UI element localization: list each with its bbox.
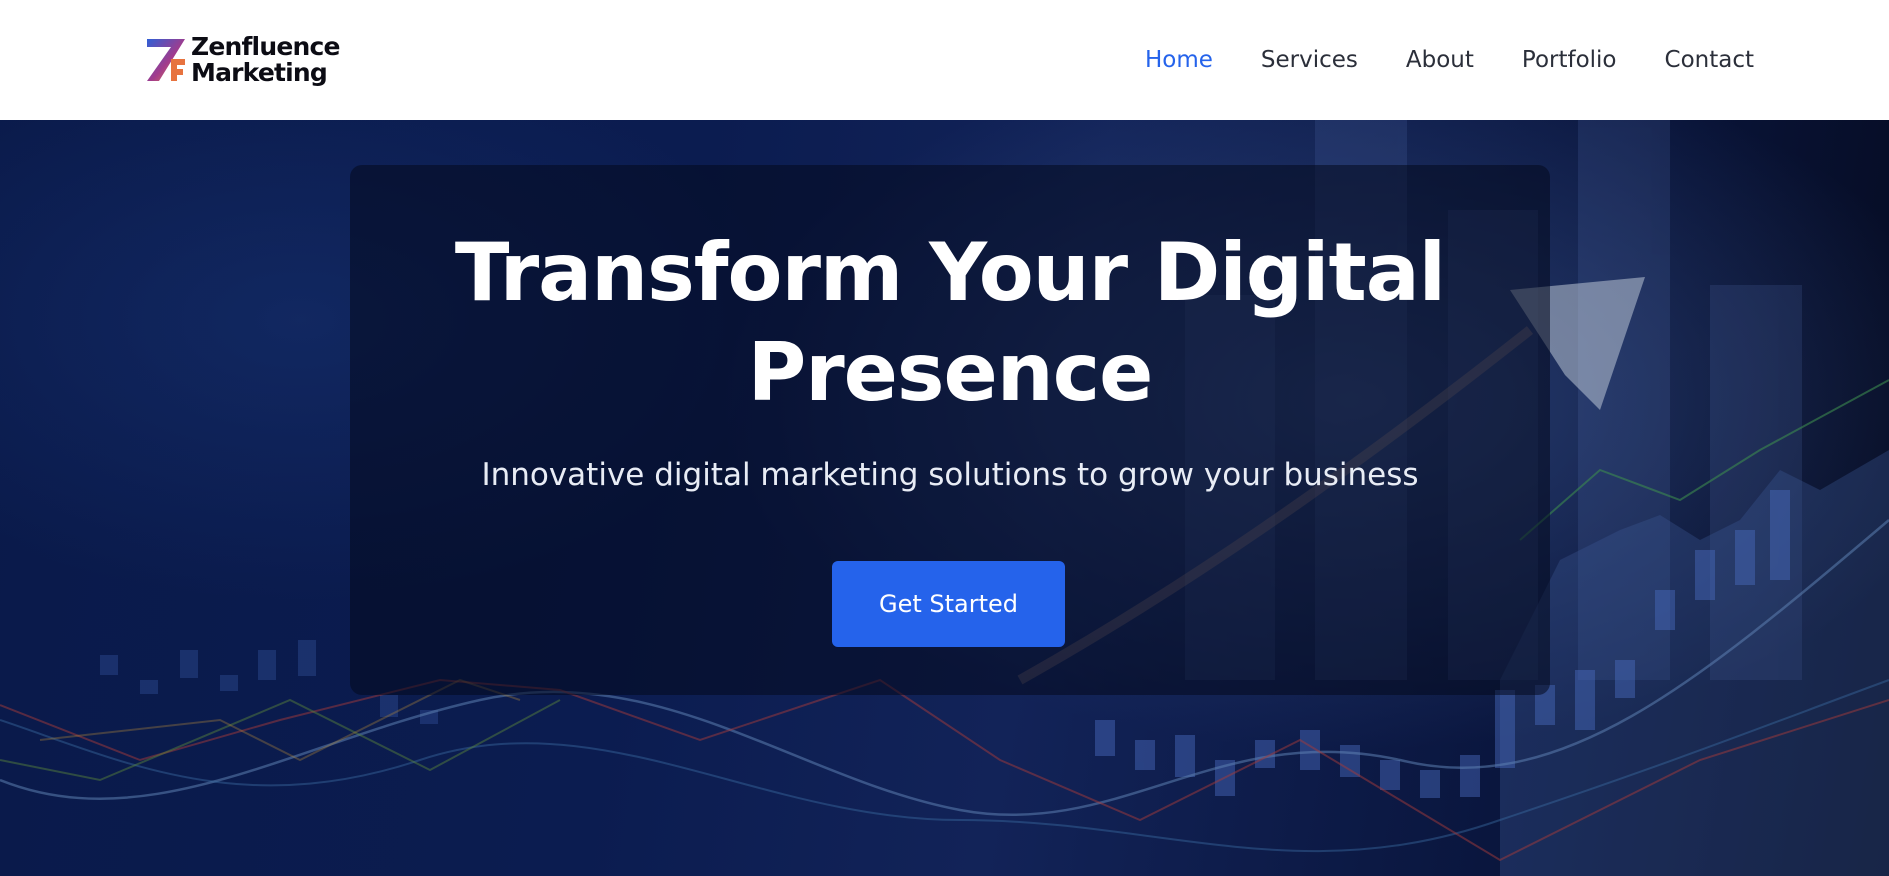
hero-content: Transform Your Digital Presence Innovati… — [350, 165, 1550, 695]
brand-name-line2: Marketing — [191, 58, 328, 87]
main-nav: Home Services About Portfolio Contact — [1097, 40, 1754, 80]
nav-item-contact[interactable]: Contact — [1665, 47, 1754, 73]
brand-logo[interactable]: Zenfluence Marketing — [145, 30, 355, 90]
nav-item-about[interactable]: About — [1406, 47, 1474, 73]
get-started-button[interactable]: Get Started — [832, 561, 1065, 647]
brand-name-line1: Zenfluence — [191, 32, 340, 61]
hero-section: Transform Your Digital Presence Innovati… — [0, 120, 1889, 876]
nav-item-portfolio[interactable]: Portfolio — [1522, 47, 1617, 73]
site-header: Zenfluence Marketing Home Services About… — [0, 0, 1889, 120]
brand-name: Zenfluence Marketing — [191, 34, 340, 86]
nav-item-services[interactable]: Services — [1261, 47, 1358, 73]
zf-logo-icon — [147, 39, 185, 81]
hero-title: Transform Your Digital Presence — [454, 226, 1446, 419]
hero-subtitle: Innovative digital marketing solutions t… — [481, 457, 1419, 493]
nav-item-home[interactable]: Home — [1145, 47, 1213, 73]
